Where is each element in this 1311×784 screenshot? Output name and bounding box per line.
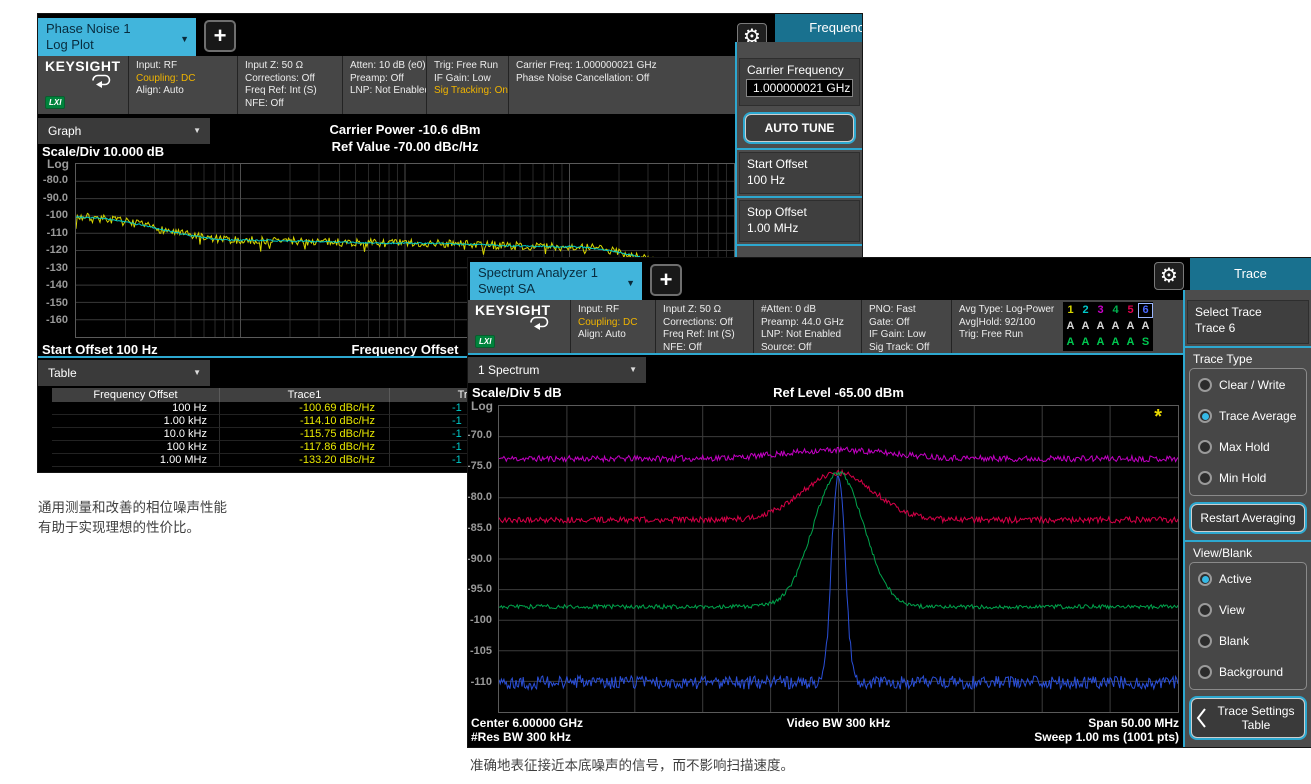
settings-col-pno: PNO: FastGate: OffIF Gain: LowSig Track:… — [861, 300, 951, 353]
restart-averaging-button[interactable]: Restart Averaging — [1191, 504, 1305, 532]
measurement-tab-swept-sa[interactable]: Spectrum Analyzer 1 Swept SA ▼ — [470, 262, 642, 300]
chevron-down-icon: ▼ — [193, 360, 201, 386]
log-axis-label: Log — [471, 399, 493, 413]
menu-separator — [737, 196, 862, 198]
radio-max-hold[interactable]: Max Hold — [1198, 434, 1304, 460]
chevron-left-icon — [1194, 706, 1208, 730]
spectrum-plot: * — [498, 405, 1179, 713]
span-annotation: Span 50.00 MHz — [868, 716, 1179, 730]
tab-subtitle: Log Plot — [46, 37, 188, 53]
radio-icon — [1198, 378, 1212, 392]
tab-title: Spectrum Analyzer 1 — [478, 265, 634, 281]
keysight-logo: KEYSIGHT — [45, 60, 128, 73]
radio-view[interactable]: View — [1198, 597, 1304, 623]
spectrum-analyzer-window: Spectrum Analyzer 1 Swept SA ▼ + ⚙ Trace… — [468, 258, 1311, 747]
settings-col-atten: #Atten: 0 dBPreamp: 44.0 GHzLNP: Not Ena… — [753, 300, 861, 353]
settings-col-avg: Avg Type: Log-PowerAvg|Hold: 92/100Trig:… — [951, 300, 1058, 353]
trace-menu-panel: Select Trace Trace 6 Trace Type Clear / … — [1183, 290, 1311, 747]
uncal-asterisk: * — [1154, 406, 1162, 429]
caption-spectrum: 准确地表征接近本底噪声的信号，而不影响扫描速度。 — [470, 756, 794, 776]
select-trace-key[interactable]: Select Trace Trace 6 — [1187, 300, 1309, 344]
spectrum-traces — [499, 406, 1178, 712]
start-offset-key[interactable]: Start Offset 100 Hz — [739, 152, 860, 194]
menu-tab-frequency[interactable]: Frequency — [775, 14, 862, 42]
radio-clear-write[interactable]: Clear / Write — [1198, 372, 1304, 398]
view-blank-header: View/Blank — [1193, 546, 1252, 560]
log-axis-label: Log — [47, 157, 69, 171]
trace-type-group: Clear / Write Trace Average Max Hold Min… — [1189, 368, 1307, 496]
settings-col-carrier: Carrier Freq: 1.000000021 GHzPhase Noise… — [508, 56, 735, 114]
radio-icon — [1198, 665, 1212, 679]
view-dropdown-spectrum[interactable]: 1 Spectrum▼ — [468, 357, 646, 383]
radio-trace-average[interactable]: Trace Average — [1198, 403, 1304, 429]
settings-col-input: Input: RFCoupling: DCAlign: Auto — [128, 56, 237, 114]
menu-separator — [737, 244, 862, 246]
view-blank-group: Active View Blank Background — [1189, 562, 1307, 690]
radio-min-hold[interactable]: Min Hold — [1198, 465, 1304, 491]
continuous-sweep-icon — [526, 315, 552, 330]
chevron-down-icon: ▼ — [180, 31, 189, 47]
radio-background[interactable]: Background — [1198, 659, 1304, 685]
add-measurement-button[interactable]: + — [650, 264, 682, 296]
radio-selected-icon — [1198, 409, 1212, 423]
ref-value-readout: Ref Value -70.00 dBc/Hz — [75, 139, 735, 154]
phase-noise-y-ticks: -80.0-90.0-100 -110-120-130 -140-150-160 — [38, 174, 72, 326]
ref-level-readout: Ref Level -65.00 dBm — [498, 385, 1179, 400]
carrier-frequency-value[interactable]: 1.000000021 GHz — [746, 79, 853, 97]
radio-icon — [1198, 634, 1212, 648]
trace-status-legend: 123456 AAAAAA AAAAAS — [1063, 302, 1153, 351]
lxi-badge: LXI — [475, 335, 495, 348]
carrier-power-readout: Carrier Power -10.6 dBm — [75, 122, 735, 137]
sweep-annotation: Sweep 1.00 ms (1001 pts) — [868, 730, 1179, 744]
page: Phase Noise 1 Log Plot ▼ + ⚙ Frequency K… — [0, 0, 1311, 784]
brand-block: KEYSIGHT LXI — [468, 300, 570, 353]
menu-separator — [1185, 540, 1311, 542]
settings-col-trigger: Trig: Free RunIF Gain: LowSig Tracking: … — [426, 56, 508, 114]
settings-bar: KEYSIGHT LXI Input: RFCoupling: DCAlign:… — [38, 56, 735, 114]
add-measurement-button[interactable]: + — [204, 20, 236, 52]
radio-blank[interactable]: Blank — [1198, 628, 1304, 654]
settings-col-atten: Atten: 10 dB (e0)Preamp: OffLNP: Not Ena… — [342, 56, 426, 114]
settings-col-input: Input: RFCoupling: DCAlign: Auto — [570, 300, 655, 353]
carrier-frequency-key[interactable]: Carrier Frequency 1.000000021 GHz — [739, 58, 860, 106]
trace-type-header: Trace Type — [1193, 352, 1252, 366]
col-header-frequency-offset: Frequency Offset — [52, 388, 220, 402]
settings-bar: KEYSIGHT LXI Input: RFCoupling: DCAlign:… — [468, 300, 1183, 353]
continuous-sweep-icon — [88, 73, 114, 88]
brand-block: KEYSIGHT LXI — [38, 56, 128, 114]
selected-trace-indicator: 6 — [1138, 303, 1153, 318]
chevron-down-icon: ▼ — [629, 357, 637, 383]
stop-offset-key[interactable]: Stop Offset 1.00 MHz — [739, 200, 860, 242]
view-dropdown-table[interactable]: Table▼ — [38, 360, 210, 386]
radio-active[interactable]: Active — [1198, 566, 1304, 592]
menu-separator — [1185, 346, 1311, 348]
menu-separator — [737, 148, 862, 150]
measurement-tab-phase-noise[interactable]: Phase Noise 1 Log Plot ▼ — [38, 18, 196, 56]
settings-col-impedance: Input Z: 50 ΩCorrections: OffFreq Ref: I… — [237, 56, 342, 114]
caption-phase-noise: 通用测量和改善的相位噪声性能 有助于实现理想的性价比。 — [38, 498, 227, 538]
menu-tab-trace[interactable]: Trace — [1190, 258, 1311, 290]
settings-col-impedance: Input Z: 50 ΩCorrections: OffFreq Ref: I… — [655, 300, 753, 353]
gear-icon[interactable]: ⚙ — [1154, 262, 1184, 290]
auto-tune-button[interactable]: AUTO TUNE — [745, 114, 854, 142]
res-bw-annotation: #Res BW 300 kHz — [471, 730, 571, 744]
settings-separator — [468, 353, 1183, 355]
keysight-logo: KEYSIGHT — [475, 304, 570, 317]
radio-icon — [1198, 603, 1212, 617]
radio-icon — [1198, 440, 1212, 454]
radio-selected-icon — [1198, 572, 1212, 586]
lxi-badge: LXI — [45, 96, 65, 109]
tab-title: Phase Noise 1 — [46, 21, 188, 37]
spectrum-y-ticks: -70.0-75.0-80.0 -85.0-90.0-95.0 -100-105… — [468, 429, 496, 688]
tab-subtitle: Swept SA — [478, 281, 634, 297]
col-header-trace1: Trace1 — [220, 388, 390, 402]
chevron-down-icon: ▼ — [626, 275, 635, 291]
radio-icon — [1198, 471, 1212, 485]
trace-settings-table-button[interactable]: Trace Settings Table — [1191, 698, 1305, 738]
